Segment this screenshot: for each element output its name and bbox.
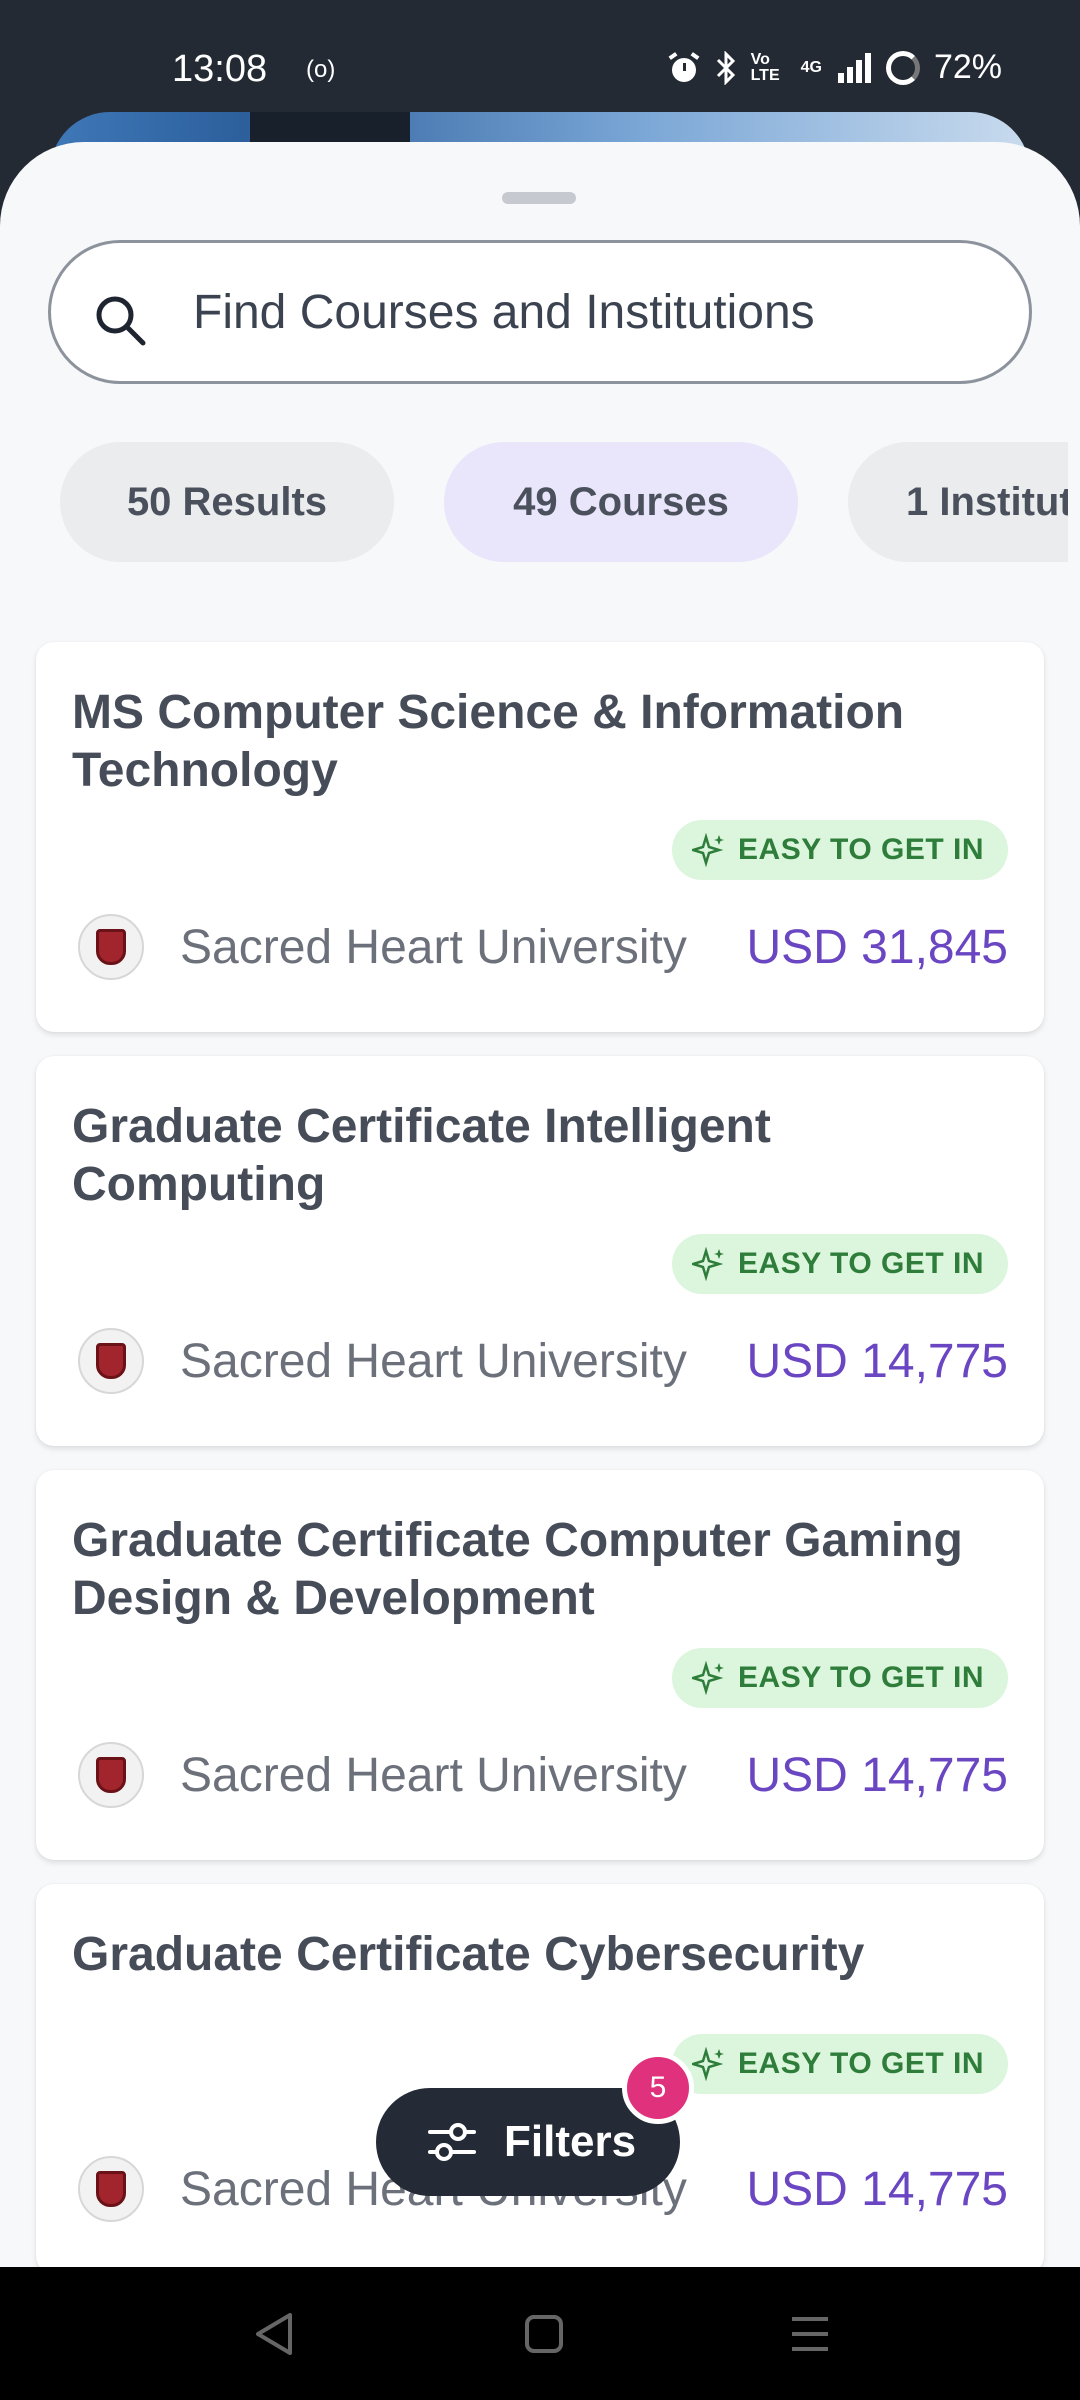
course-price: USD 14,775 xyxy=(746,1335,1009,1388)
institution-name[interactable]: Sacred Heart University xyxy=(180,920,720,975)
recents-menu-icon[interactable] xyxy=(780,2307,840,2361)
battery-level: 72% xyxy=(933,48,1002,86)
course-card[interactable]: Graduate Certificate Cybersecurity EASY … xyxy=(36,1884,1044,2267)
institution-name[interactable]: Sacred Heart University xyxy=(180,1748,720,1803)
badge-label: EASY TO GET IN xyxy=(738,1661,984,1694)
battery-icon xyxy=(885,50,920,85)
signal-icon xyxy=(837,52,871,83)
institution-logo xyxy=(78,2156,144,2222)
drag-handle[interactable] xyxy=(502,192,576,204)
easy-to-get-in-badge: EASY TO GET IN xyxy=(672,1234,1008,1294)
network-type: 4G xyxy=(800,58,822,76)
tab-institutions-clip: 1 Institution xyxy=(848,442,1068,562)
easy-to-get-in-badge: EASY TO GET IN xyxy=(672,820,1008,880)
course-price: USD 31,845 xyxy=(746,921,1009,974)
course-title: Graduate Certificate Intelligent Computi… xyxy=(72,1100,771,1211)
badge-label: EASY TO GET IN xyxy=(738,2047,984,2080)
system-nav-bar xyxy=(0,2267,1080,2400)
sparkle-icon xyxy=(692,2047,725,2081)
easy-to-get-in-badge: EASY TO GET IN xyxy=(672,1648,1008,1708)
institution-logo xyxy=(78,914,144,980)
active-filter-count-badge: 5 xyxy=(622,2052,694,2124)
sparkle-icon xyxy=(692,1661,725,1695)
status-icons: Vo LTE 4G 72% xyxy=(667,48,1002,87)
course-card[interactable]: MS Computer Science & Information Techno… xyxy=(36,642,1044,1032)
course-price: USD 14,775 xyxy=(746,1749,1009,1802)
volte-indicator: Vo LTE xyxy=(750,50,780,84)
institution-logo xyxy=(78,1328,144,1394)
tab-results[interactable]: 50 Results xyxy=(60,442,394,562)
institution-name[interactable]: Sacred Heart University xyxy=(180,1334,720,1389)
alarm-icon xyxy=(668,51,700,82)
course-title: Graduate Certificate Computer Gaming Des… xyxy=(72,1514,963,1625)
course-card[interactable]: Graduate Certificate Computer Gaming Des… xyxy=(36,1470,1044,1860)
bluetooth-icon xyxy=(716,50,735,85)
course-title: Graduate Certificate Cybersecurity xyxy=(72,1928,865,1981)
filters-label: Filters xyxy=(504,2117,637,2166)
search-sheet: Find Courses and Institutions 50 Results… xyxy=(0,142,1080,2267)
tab-institutions[interactable]: 1 Institution xyxy=(848,442,1068,562)
badge-label: EASY TO GET IN xyxy=(738,1247,984,1280)
course-card[interactable]: Graduate Certificate Intelligent Computi… xyxy=(36,1056,1044,1446)
course-title: MS Computer Science & Information Techno… xyxy=(72,686,905,797)
easy-to-get-in-badge: EASY TO GET IN xyxy=(672,2034,1008,2094)
filter-sliders-icon xyxy=(428,2123,476,2161)
institution-logo xyxy=(78,1742,144,1808)
search-input[interactable]: Find Courses and Institutions xyxy=(48,240,1032,384)
badge-label: EASY TO GET IN xyxy=(738,833,984,866)
sparkle-icon xyxy=(692,1247,725,1281)
cast-indicator: (o) xyxy=(306,56,336,83)
sparkle-icon xyxy=(692,833,725,867)
tab-courses[interactable]: 49 Courses xyxy=(444,442,798,562)
search-placeholder: Find Courses and Institutions xyxy=(193,286,815,339)
search-icon xyxy=(96,296,146,346)
course-price: USD 14,775 xyxy=(746,2163,1009,2216)
back-icon[interactable] xyxy=(246,2307,306,2361)
status-time: 13:08 xyxy=(172,48,268,90)
home-icon[interactable] xyxy=(514,2307,574,2361)
